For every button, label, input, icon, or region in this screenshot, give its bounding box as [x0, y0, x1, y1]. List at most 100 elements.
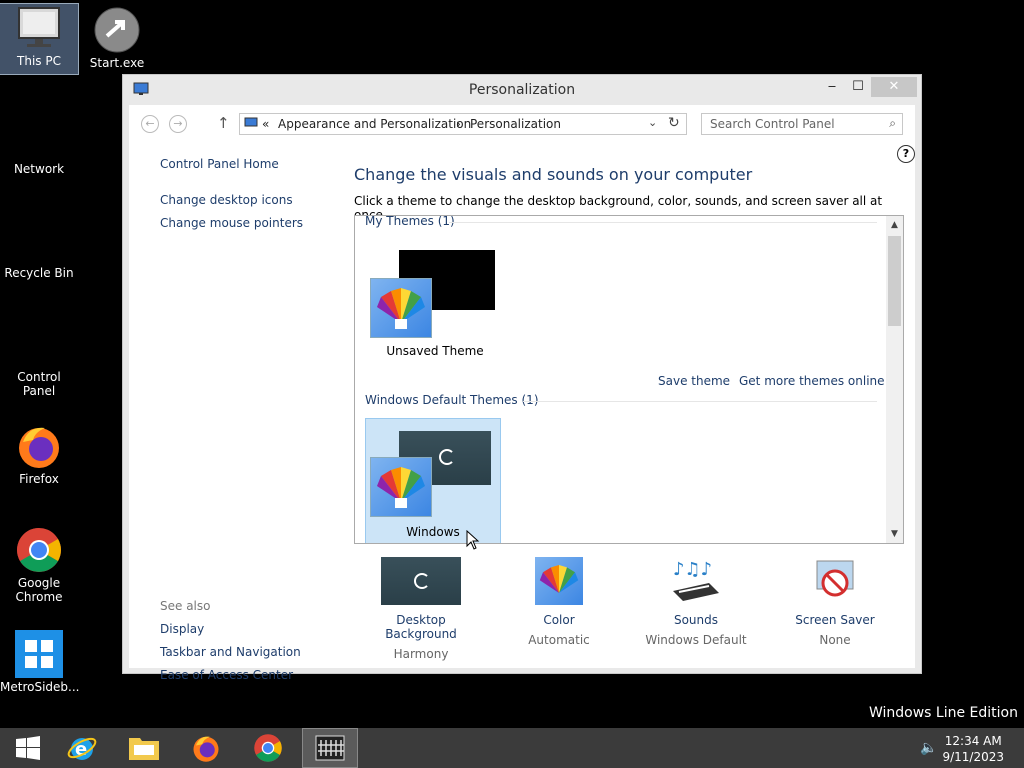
maximize-button[interactable]: ☐: [845, 77, 871, 97]
svg-text:♪♫♪: ♪♫♪: [673, 559, 712, 580]
taskbar-internet-explorer[interactable]: e: [54, 728, 110, 768]
desktop-icon-start-exe[interactable]: Start.exe: [78, 6, 156, 70]
window-client-area: ← → ↑ « Appearance and Personalization ›…: [129, 105, 915, 682]
get-more-themes-link[interactable]: Get more themes online: [739, 374, 885, 388]
link-change-mouse-pointers[interactable]: Change mouse pointers: [160, 216, 303, 230]
desktop-icon-label: This PC: [17, 54, 61, 68]
sounds-icon: ♪♫♪: [669, 557, 723, 605]
option-desktop-background[interactable]: Desktop Background Harmony: [361, 557, 481, 661]
chevron-down-icon[interactable]: ⌄: [648, 116, 657, 129]
desktop-icon-chrome[interactable]: Google Chrome: [0, 526, 78, 604]
desktop-icon-label: Google Chrome: [15, 576, 63, 604]
group-divider: [449, 222, 877, 223]
desktop-icon-label: MetroSideb...: [0, 680, 80, 694]
desktop-icon-recycle-bin[interactable]: Recycle Bin: [0, 266, 78, 280]
clock-time: 12:34 AM: [944, 734, 1002, 748]
option-value: Automatic: [528, 633, 590, 647]
desktop-icon-firefox[interactable]: Firefox: [0, 422, 78, 486]
color-palette-icon: [535, 557, 583, 605]
link-display[interactable]: Display: [160, 622, 204, 636]
search-placeholder: Search Control Panel: [710, 117, 835, 131]
color-palette-icon: [370, 457, 432, 517]
option-name: Desktop Background: [385, 613, 457, 641]
harmony-ring: [439, 449, 455, 465]
folder-icon: [129, 738, 159, 760]
option-color[interactable]: Color Automatic: [499, 557, 619, 647]
breadcrumb-overflow[interactable]: «: [262, 117, 269, 131]
desktop-icon-network[interactable]: Network: [0, 162, 78, 176]
window-title: Personalization: [468, 82, 576, 98]
clock-date: 9/11/2023: [942, 750, 1004, 764]
desktop-icon-metrosidebar[interactable]: MetroSideb...: [0, 630, 80, 694]
option-value: Windows Default: [645, 633, 747, 647]
desktop-icon-label: Control Panel: [17, 370, 61, 398]
breadcrumb-personalization[interactable]: Personalization: [470, 117, 561, 131]
harmony-ring: [414, 573, 430, 589]
monitor-icon: [15, 4, 63, 52]
control-panel-taskbar-icon: [315, 735, 345, 761]
chrome-icon: [15, 526, 63, 574]
taskbar-file-explorer[interactable]: [116, 728, 172, 768]
theme-windows[interactable]: Windows: [365, 418, 501, 543]
group-my-themes: My Themes (1): [365, 215, 455, 228]
breadcrumb-separator: ›: [456, 117, 461, 131]
search-input[interactable]: Search Control Panel ⌕: [701, 113, 903, 135]
vertical-scrollbar[interactable]: ▲ ▼: [886, 216, 903, 543]
mouse-cursor-icon: [466, 529, 480, 553]
forward-button[interactable]: →: [169, 115, 187, 133]
search-icon[interactable]: ⌕: [889, 116, 896, 131]
scroll-down-icon[interactable]: ▼: [886, 529, 903, 539]
firefox-icon: [15, 422, 63, 470]
scroll-thumb[interactable]: [888, 236, 901, 326]
taskbar-firefox[interactable]: [178, 728, 234, 768]
taskbar-control-panel[interactable]: [302, 728, 358, 768]
firefox-icon: [193, 736, 219, 762]
color-palette-icon: [370, 278, 432, 338]
link-control-panel-home[interactable]: Control Panel Home: [160, 157, 279, 171]
theme-list[interactable]: My Themes (1) Unsaved Theme Save theme G…: [354, 215, 904, 544]
up-arrow-icon[interactable]: ↑: [217, 114, 230, 132]
start-exe-icon: [93, 6, 141, 54]
close-button[interactable]: ✕: [871, 77, 917, 97]
control-panel-small-icon: [244, 117, 258, 129]
chrome-icon: [254, 734, 282, 762]
option-name: Color: [543, 613, 575, 627]
minimize-button[interactable]: ‒: [819, 77, 845, 97]
taskbar-chrome[interactable]: [240, 728, 296, 768]
page-title: Change the visuals and sounds on your co…: [354, 165, 753, 184]
link-taskbar-navigation[interactable]: Taskbar and Navigation: [160, 645, 301, 659]
option-value: None: [819, 633, 851, 647]
desktop-icon-control-panel[interactable]: Control Panel: [0, 370, 78, 398]
option-sounds[interactable]: ♪♫♪ Sounds Windows Default: [636, 557, 756, 647]
option-screen-saver[interactable]: Screen Saver None: [775, 557, 895, 647]
see-also-label: See also: [160, 599, 211, 613]
scroll-up-icon[interactable]: ▲: [886, 220, 903, 230]
edition-watermark: Windows Line Edition: [868, 705, 1018, 721]
system-clock[interactable]: 12:34 AM 9/11/2023: [942, 733, 1004, 765]
refresh-icon[interactable]: ↻: [668, 115, 680, 131]
save-theme-link[interactable]: Save theme: [658, 374, 730, 388]
title-bar[interactable]: Personalization ‒ ☐ ✕: [123, 75, 921, 105]
desktop-icon-label: Start.exe: [89, 56, 145, 70]
option-name: Screen Saver: [795, 613, 875, 627]
theme-unsaved[interactable]: Unsaved Theme: [365, 246, 505, 361]
internet-explorer-icon: e: [67, 737, 97, 760]
desktop-background-thumbnail: [381, 557, 461, 605]
option-name: Sounds: [673, 613, 719, 627]
address-bar[interactable]: « Appearance and Personalization › Perso…: [239, 113, 687, 135]
desktop-icon-this-pc[interactable]: This PC: [0, 3, 79, 75]
screen-saver-icon: [811, 557, 859, 605]
link-ease-of-access[interactable]: Ease of Access Center: [160, 668, 293, 682]
help-icon[interactable]: ?: [897, 145, 915, 163]
back-button[interactable]: ←: [141, 115, 159, 133]
link-change-desktop-icons[interactable]: Change desktop icons: [160, 193, 293, 207]
desktop-icon-label: Recycle Bin: [4, 266, 74, 280]
theme-label: Unsaved Theme: [386, 344, 484, 358]
speaker-icon[interactable]: 🔈: [920, 740, 937, 756]
personalization-window: Personalization ‒ ☐ ✕ ← → ↑ « Appearance…: [122, 74, 922, 682]
option-value: Harmony: [393, 647, 449, 661]
start-button[interactable]: [0, 728, 56, 768]
windows-logo-icon: [16, 736, 40, 760]
group-divider: [523, 401, 877, 402]
breadcrumb-appearance[interactable]: Appearance and Personalization: [278, 117, 471, 131]
